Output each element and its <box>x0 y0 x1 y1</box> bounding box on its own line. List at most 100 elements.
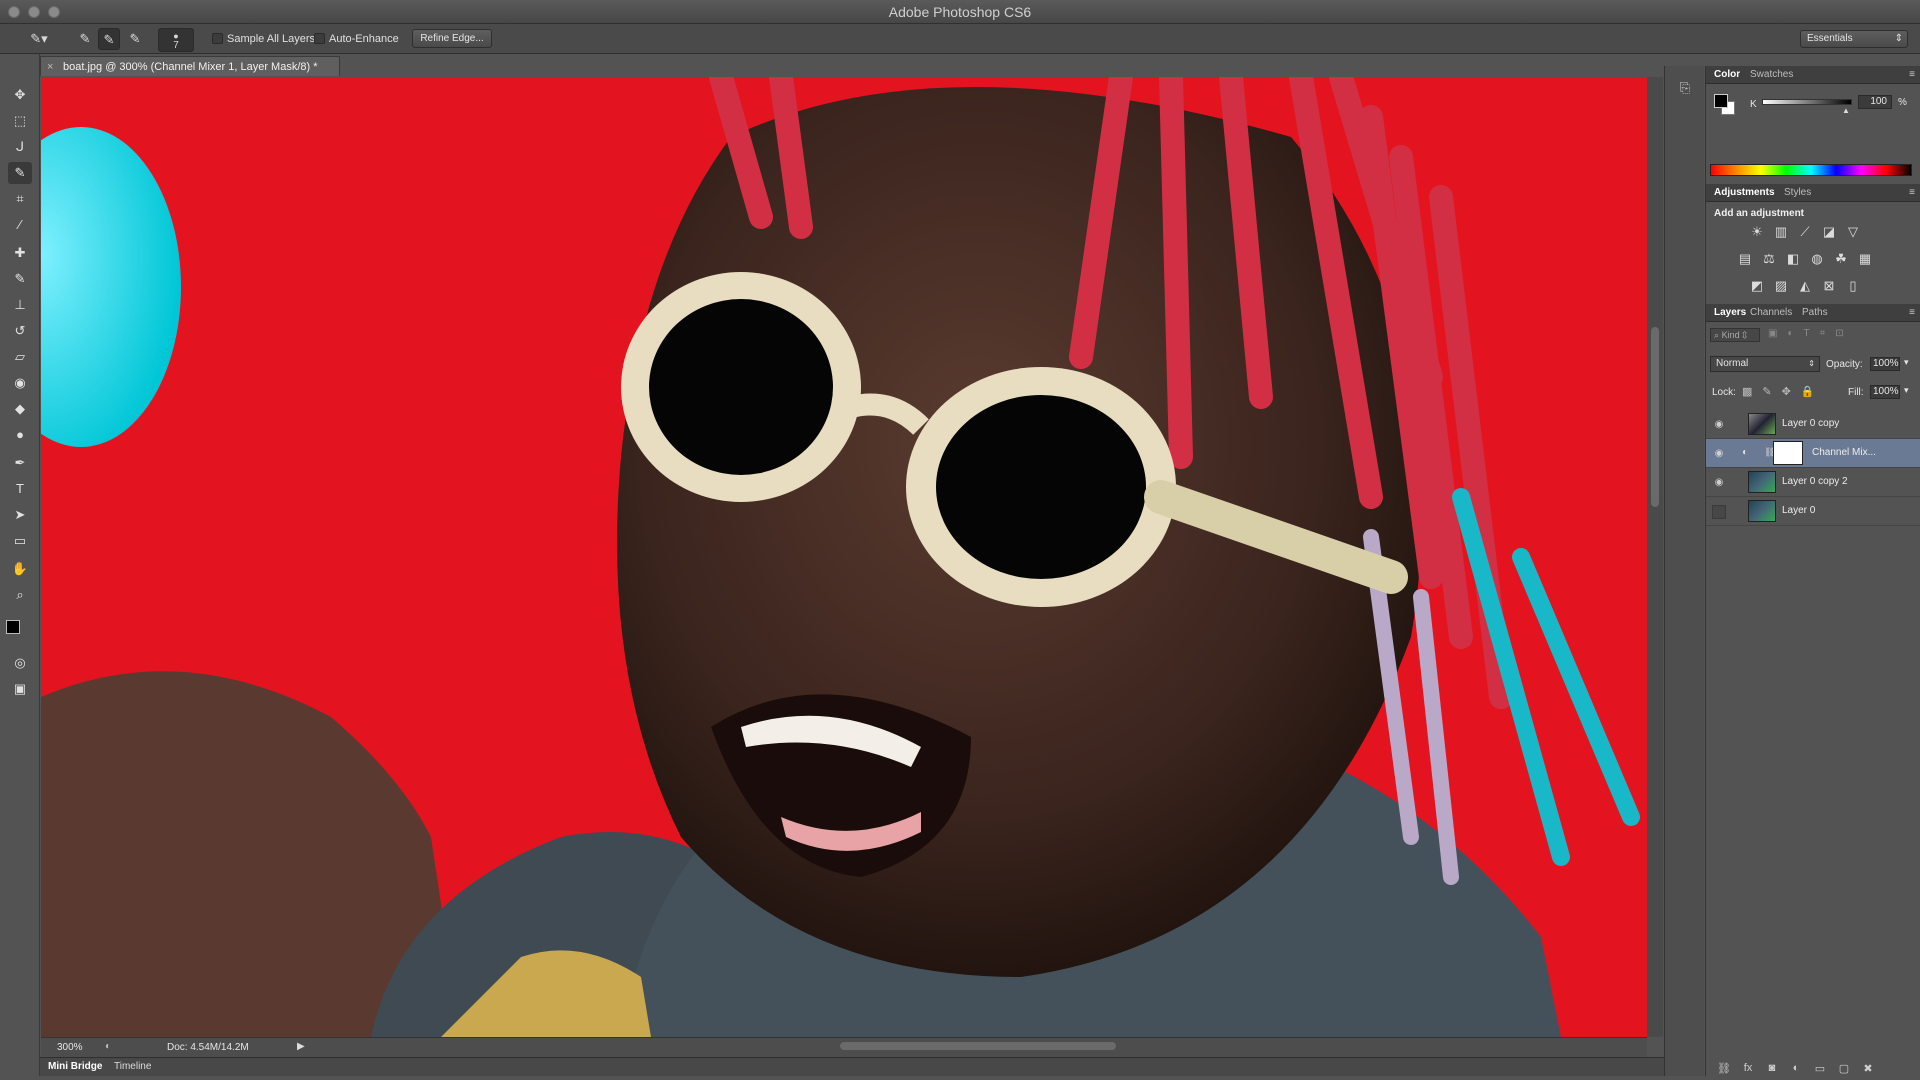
gradient-map-icon[interactable]: ▯ <box>1844 278 1862 294</box>
vertical-scrollbar-thumb[interactable] <box>1651 327 1659 507</box>
refine-edge-button[interactable]: Refine Edge... <box>412 29 492 48</box>
fill-field[interactable]: 100% <box>1870 385 1900 399</box>
paint-bucket-tool-icon[interactable]: ◉ <box>8 372 32 394</box>
zoom-level[interactable]: 300% <box>57 1042 83 1053</box>
quick-selection-tool-icon[interactable]: ✎ <box>8 162 32 184</box>
layer-style-icon[interactable]: fx <box>1740 1062 1756 1076</box>
history-panel-icon[interactable]: ⎘ <box>1675 80 1695 98</box>
layer-row[interactable]: ◉ Layer 0 copy 2 <box>1706 468 1920 497</box>
visibility-eye-icon[interactable]: ◉ <box>1712 418 1726 432</box>
tab-styles[interactable]: Styles <box>1784 187 1811 198</box>
brightness-contrast-icon[interactable]: ☀ <box>1748 224 1766 240</box>
new-selection-icon[interactable]: ✎ <box>74 28 96 50</box>
lasso-tool-icon[interactable]: ᒍ <box>8 136 32 158</box>
brush-size-picker[interactable]: ● 7 <box>158 28 194 52</box>
visibility-toggle-empty[interactable] <box>1712 505 1726 519</box>
history-brush-tool-icon[interactable]: ↺ <box>8 320 32 342</box>
k-slider-handle-icon[interactable]: ▲ <box>1842 106 1850 115</box>
quick-mask-icon[interactable]: ◎ <box>8 652 32 674</box>
curves-icon[interactable]: ⟋ <box>1796 224 1814 240</box>
layer-row[interactable]: ◉ ◐ ⛓ Channel Mix... <box>1706 439 1920 468</box>
foreground-color-swatch[interactable] <box>6 620 20 634</box>
panel-menu-icon[interactable]: ≡ <box>1909 187 1915 198</box>
panel-menu-icon[interactable]: ≡ <box>1909 307 1915 318</box>
exposure-icon[interactable]: ◪ <box>1820 224 1838 240</box>
layer-row[interactable]: Layer 0 <box>1706 497 1920 526</box>
close-icon[interactable]: × <box>47 61 53 73</box>
tab-mini-bridge[interactable]: Mini Bridge <box>48 1061 102 1072</box>
path-selection-tool-icon[interactable]: ➤ <box>8 504 32 526</box>
crop-tool-icon[interactable]: ⌗ <box>8 188 32 210</box>
status-menu-arrow-icon[interactable]: ▶ <box>297 1041 305 1052</box>
workspace-switcher[interactable]: Essentials ⇕ <box>1800 30 1908 48</box>
blur-tool-icon[interactable]: ◆ <box>8 398 32 420</box>
posterize-icon[interactable]: ▨ <box>1772 278 1790 294</box>
tab-paths[interactable]: Paths <box>1802 307 1828 318</box>
levels-icon[interactable]: ▥ <box>1772 224 1790 240</box>
layer-mask-thumbnail[interactable] <box>1773 441 1803 465</box>
add-mask-icon[interactable]: ◙ <box>1764 1062 1780 1076</box>
document-tab[interactable]: × boat.jpg @ 300% (Channel Mixer 1, Laye… <box>40 56 340 76</box>
healing-brush-tool-icon[interactable]: ✚ <box>8 242 32 264</box>
new-adjustment-icon[interactable]: ◐ <box>1788 1062 1804 1076</box>
tab-layers[interactable]: Layers <box>1714 307 1746 318</box>
black-white-icon[interactable]: ◧ <box>1784 251 1802 267</box>
tab-color[interactable]: Color <box>1714 69 1740 80</box>
dodge-tool-icon[interactable]: ● <box>8 424 32 446</box>
type-tool-icon[interactable]: T <box>8 478 32 500</box>
invert-icon[interactable]: ◩ <box>1748 278 1766 294</box>
k-value-field[interactable]: 100 <box>1858 95 1892 109</box>
color-foreground-swatch[interactable] <box>1714 94 1728 108</box>
color-balance-icon[interactable]: ⚖ <box>1760 251 1778 267</box>
move-tool-icon[interactable]: ✥ <box>8 84 32 106</box>
color-lookup-icon[interactable]: ▦ <box>1856 251 1874 267</box>
layer-filter-icons[interactable]: ▣◐T⌗⊡ <box>1768 328 1918 342</box>
auto-enhance-checkbox[interactable] <box>314 33 325 44</box>
sample-all-layers-checkbox[interactable] <box>212 33 223 44</box>
fill-dropdown-icon[interactable]: ▾ <box>1904 385 1909 396</box>
color-spectrum-ramp[interactable] <box>1710 164 1912 176</box>
tab-swatches[interactable]: Swatches <box>1750 69 1793 80</box>
eraser-tool-icon[interactable]: ▱ <box>8 346 32 368</box>
tab-timeline[interactable]: Timeline <box>114 1061 151 1072</box>
screen-mode-icon[interactable]: ▣ <box>8 678 32 700</box>
visibility-eye-icon[interactable]: ◉ <box>1712 447 1726 461</box>
tab-channels[interactable]: Channels <box>1750 307 1792 318</box>
vertical-scrollbar[interactable] <box>1647 77 1663 1037</box>
layer-filter-select[interactable]: ⌕ Kind ⇕ <box>1710 328 1760 342</box>
new-layer-icon[interactable]: ▢ <box>1836 1062 1852 1076</box>
shape-tool-icon[interactable]: ▭ <box>8 530 32 552</box>
blend-mode-select[interactable]: Normal ⇕ <box>1710 356 1820 372</box>
link-layers-icon[interactable]: ⛓ <box>1716 1062 1732 1076</box>
hand-tool-icon[interactable]: ✋ <box>8 558 32 580</box>
channel-mixer-icon[interactable]: ☘ <box>1832 251 1850 267</box>
subtract-from-selection-icon[interactable]: ✎ <box>124 28 146 50</box>
horizontal-scrollbar-thumb[interactable] <box>840 1042 1116 1050</box>
selective-color-icon[interactable]: ⊠ <box>1820 278 1838 294</box>
trash-icon[interactable]: ✖ <box>1860 1062 1876 1076</box>
brush-tool-icon[interactable]: ✎ <box>8 268 32 290</box>
add-to-selection-icon[interactable]: ✎ <box>98 28 120 50</box>
new-group-icon[interactable]: ▭ <box>1812 1062 1828 1076</box>
status-info-icon[interactable]: ◐ <box>105 1041 111 1052</box>
layer-name: Layer 0 copy <box>1782 418 1840 429</box>
k-slider[interactable] <box>1762 99 1852 105</box>
photo-filter-icon[interactable]: ◍ <box>1808 251 1826 267</box>
document-canvas[interactable] <box>41 77 1647 1037</box>
threshold-icon[interactable]: ◭ <box>1796 278 1814 294</box>
visibility-eye-icon[interactable]: ◉ <box>1712 476 1726 490</box>
layer-row[interactable]: ◉ Layer 0 copy <box>1706 410 1920 439</box>
zoom-tool-icon[interactable]: ⌕ <box>8 584 32 606</box>
hue-saturation-icon[interactable]: ▤ <box>1736 251 1754 267</box>
vibrance-icon[interactable]: ▽ <box>1844 224 1862 240</box>
panel-menu-icon[interactable]: ≡ <box>1909 69 1915 80</box>
opacity-field[interactable]: 100% <box>1870 357 1900 371</box>
pen-tool-icon[interactable]: ✒ <box>8 452 32 474</box>
marquee-tool-icon[interactable]: ⬚ <box>8 110 32 132</box>
eyedropper-tool-icon[interactable]: ⁄ <box>8 214 32 236</box>
tool-preset-picker[interactable]: ✎▾ <box>22 28 56 50</box>
tab-adjustments[interactable]: Adjustments <box>1714 187 1775 198</box>
clone-stamp-tool-icon[interactable]: ⊥ <box>8 294 32 316</box>
lock-options-icons[interactable]: ▩✎✥🔒 <box>1742 385 1826 399</box>
opacity-dropdown-icon[interactable]: ▾ <box>1904 357 1909 368</box>
